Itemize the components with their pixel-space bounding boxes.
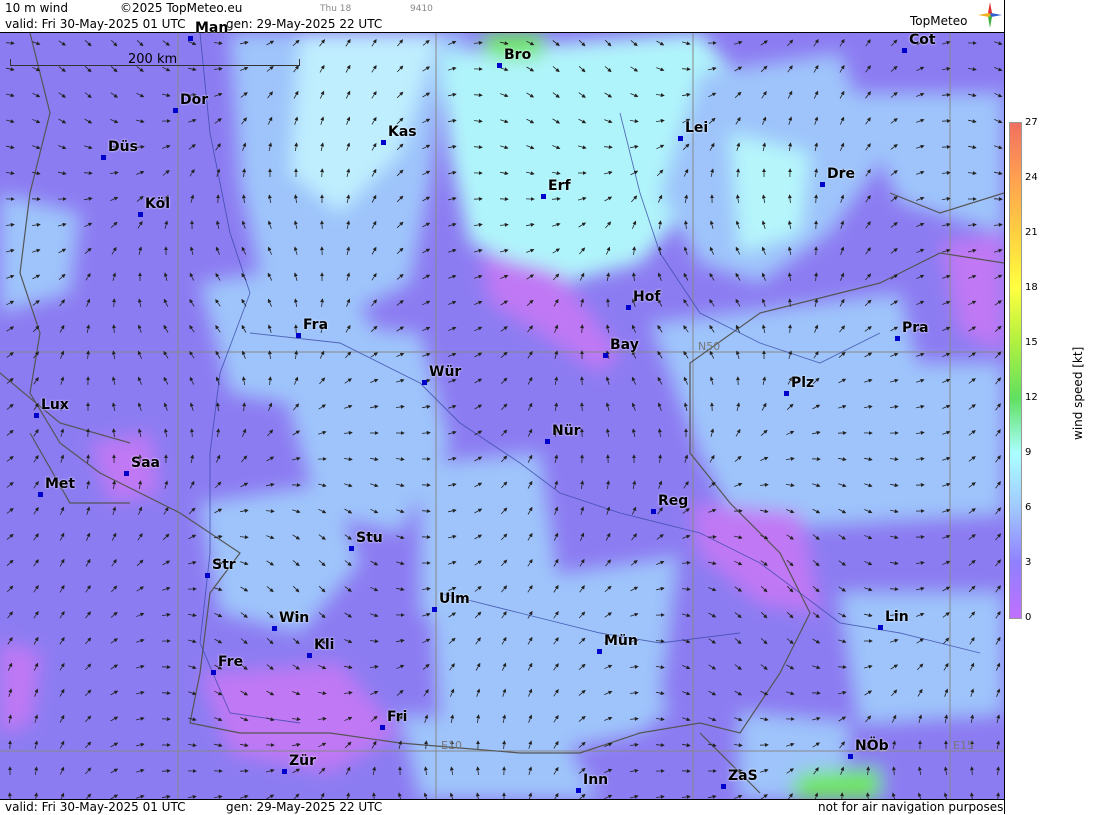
city-dot — [211, 670, 216, 675]
city-label: Düs — [108, 139, 138, 155]
city-dot — [34, 413, 39, 418]
legend-tick: 0 — [1025, 612, 1031, 623]
legend-color-bar — [1009, 122, 1022, 619]
city-label: Met — [45, 476, 75, 492]
city-label: Nür — [552, 423, 581, 439]
legend: 27 24 21 18 15 12 9 6 3 0 wind speed [kt] — [1004, 0, 1095, 814]
city-label: Saa — [131, 455, 160, 471]
city-dot — [380, 725, 385, 730]
city-dot — [597, 649, 602, 654]
city-label: Stu — [356, 530, 383, 546]
scale-label: 200 km — [128, 52, 177, 67]
city-label: Bay — [610, 337, 639, 353]
legend-tick: 9 — [1025, 447, 1031, 458]
legend-tick: 3 — [1025, 557, 1031, 568]
city-label: Kas — [388, 124, 417, 140]
city-dot — [784, 391, 789, 396]
city-dot — [138, 212, 143, 217]
legend-tick: 21 — [1025, 227, 1038, 238]
header-bar: 10 m wind ©2025 TopMeteo.eu Thu 18 9410 … — [0, 0, 1004, 33]
legend-title: wind speed [kt] — [1071, 347, 1085, 440]
city-label: Dor — [180, 92, 208, 108]
city-dot — [651, 509, 656, 514]
city-dot — [381, 140, 386, 145]
city-dot — [895, 336, 900, 341]
city-dot — [820, 182, 825, 187]
city-label: Reg — [658, 493, 688, 509]
city-dot — [576, 788, 581, 793]
city-dot — [205, 573, 210, 578]
legend-tick: 12 — [1025, 392, 1038, 403]
copyright: ©2025 TopMeteo.eu — [120, 1, 242, 15]
city-dot — [497, 63, 502, 68]
compass-logo-icon — [978, 2, 1002, 28]
city-label: Plz — [791, 375, 814, 391]
city-dot — [878, 625, 883, 630]
city-label: NÖb — [855, 738, 889, 754]
city-dot — [101, 155, 106, 160]
city-dot — [902, 48, 907, 53]
legend-tick: 27 — [1025, 117, 1038, 128]
product-title: 10 m wind — [5, 1, 68, 15]
grid-label-n50: N50 — [698, 340, 720, 353]
city-label: Kli — [314, 637, 334, 653]
city-label: Wür — [429, 364, 461, 380]
legend-tick: 15 — [1025, 337, 1038, 348]
city-dot — [422, 380, 427, 385]
city-label: Lei — [685, 120, 708, 136]
legend-tick: 24 — [1025, 172, 1038, 183]
city-label: Fre — [218, 654, 243, 670]
brand-name: TopMeteo — [910, 14, 967, 28]
city-dot — [545, 439, 550, 444]
city-dot — [626, 305, 631, 310]
city-dot — [38, 492, 43, 497]
city-dot — [603, 353, 608, 358]
valid-time: valid: Fri 30-May-2025 01 UTC — [5, 17, 185, 31]
city-label: Bro — [504, 47, 531, 63]
city-label: Mün — [604, 633, 638, 649]
city-label: Fri — [387, 709, 407, 725]
city-dot — [541, 194, 546, 199]
city-dot — [721, 784, 726, 789]
city-dot — [124, 471, 129, 476]
city-label: Erf — [548, 178, 571, 194]
city-label: Win — [279, 610, 309, 626]
wind-map[interactable]: N50 E10 E15 — [0, 33, 1004, 799]
city-label: Dre — [827, 166, 855, 182]
city-label: Pra — [902, 320, 929, 336]
legend-tick: 6 — [1025, 502, 1031, 513]
city-dot — [188, 36, 193, 41]
city-dot — [432, 607, 437, 612]
city-label: Köl — [145, 196, 170, 212]
footer-valid-time: valid: Fri 30-May-2025 01 UTC — [5, 800, 185, 814]
city-label: Inn — [583, 772, 608, 788]
city-label: Hof — [633, 289, 660, 305]
small-left-label: Thu 18 — [320, 4, 351, 14]
city-dot — [282, 769, 287, 774]
city-label: ZaS — [728, 768, 758, 784]
city-dot — [678, 136, 683, 141]
small-right-label: 9410 — [410, 4, 433, 14]
city-dot — [848, 754, 853, 759]
city-dot — [296, 333, 301, 338]
city-dot — [307, 653, 312, 658]
city-label: Ulm — [439, 591, 470, 607]
city-dot — [272, 626, 277, 631]
disclaimer: not for air navigation purposes — [818, 800, 1003, 814]
generated-time: gen: 29-May-2025 22 UTC — [226, 17, 382, 31]
grid-label-e15: E15 — [953, 739, 974, 752]
city-label: Lux — [41, 397, 69, 413]
city-label: Zür — [289, 753, 316, 769]
grid-label-e10: E10 — [441, 739, 462, 752]
city-label: Str — [212, 557, 236, 573]
city-label: Man — [195, 20, 228, 36]
city-dot — [349, 546, 354, 551]
footer-bar: valid: Fri 30-May-2025 01 UTC gen: 29-Ma… — [0, 799, 1004, 815]
city-dot — [173, 108, 178, 113]
footer-generated-time: gen: 29-May-2025 22 UTC — [226, 800, 382, 814]
city-label: Fra — [303, 317, 328, 333]
legend-tick: 18 — [1025, 282, 1038, 293]
city-label: Lin — [885, 609, 909, 625]
city-label: Cot — [909, 32, 936, 48]
